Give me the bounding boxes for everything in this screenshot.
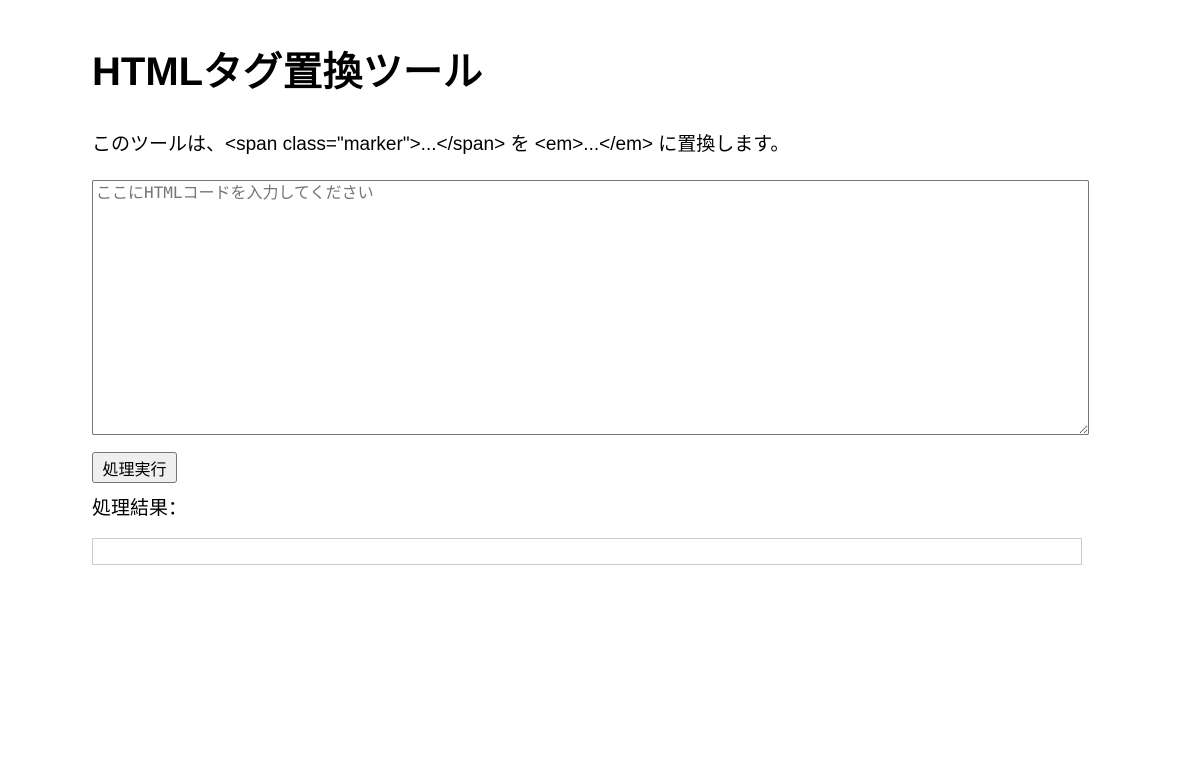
tool-description: このツールは、<span class="marker">...</span> を… xyxy=(92,134,790,155)
result-output xyxy=(92,538,1082,565)
html-code-input[interactable] xyxy=(92,180,1089,435)
page-title: HTMLタグ置換ツール xyxy=(92,50,484,94)
run-button[interactable]: 処理実行 xyxy=(92,452,177,483)
result-label: 処理結果： xyxy=(92,498,188,519)
